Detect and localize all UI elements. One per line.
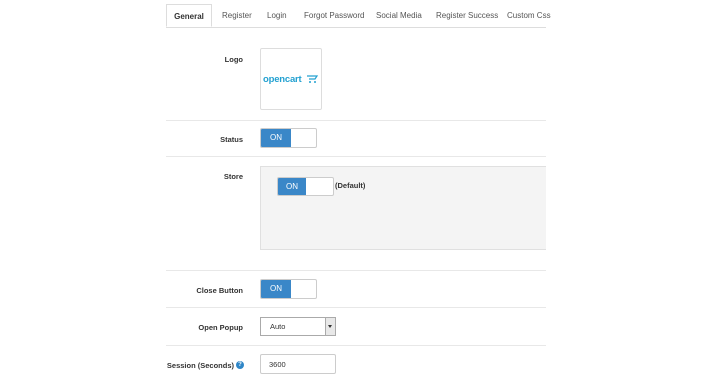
session-input[interactable] (260, 354, 336, 374)
row-divider (166, 307, 546, 308)
open-popup-value: Auto (270, 322, 286, 331)
status-label: Status (220, 135, 243, 144)
store-toggle-on: ON (278, 178, 306, 195)
tab-custom-css[interactable]: Custom Css (507, 4, 551, 27)
question-circle-icon[interactable]: ? (236, 361, 244, 369)
opencart-logo: opencart (263, 74, 302, 85)
row-divider (166, 345, 546, 346)
status-toggle-on: ON (261, 129, 291, 147)
session-label: Session (Seconds) (166, 361, 234, 370)
open-popup-label: Open Popup (198, 323, 243, 332)
tab-general[interactable]: General (166, 4, 212, 27)
tab-social-media[interactable]: Social Media (376, 4, 422, 27)
tab-login[interactable]: Login (267, 4, 287, 27)
close-button-toggle-on: ON (261, 280, 291, 298)
row-divider (166, 156, 546, 157)
row-divider (166, 120, 546, 121)
close-button-toggle[interactable]: ON (260, 279, 317, 299)
cart-icon (307, 75, 319, 83)
store-label: Store (223, 172, 243, 181)
status-toggle[interactable]: ON (260, 128, 317, 148)
tab-register[interactable]: Register (222, 4, 252, 27)
tab-forgot-password[interactable]: Forgot Password (304, 4, 364, 27)
logo-thumbnail[interactable]: opencart (260, 48, 322, 110)
tab-bar: General Register Login Forgot Password S… (166, 4, 551, 28)
open-popup-select[interactable]: Auto (260, 317, 336, 336)
row-divider (166, 270, 546, 271)
store-default-label: (Default) (335, 181, 366, 190)
close-button-label: Close Button (196, 286, 243, 295)
chevron-down-icon[interactable] (325, 318, 335, 335)
store-toggle[interactable]: ON (277, 177, 334, 196)
tab-register-success[interactable]: Register Success (436, 4, 498, 27)
logo-label: Logo (224, 55, 243, 64)
